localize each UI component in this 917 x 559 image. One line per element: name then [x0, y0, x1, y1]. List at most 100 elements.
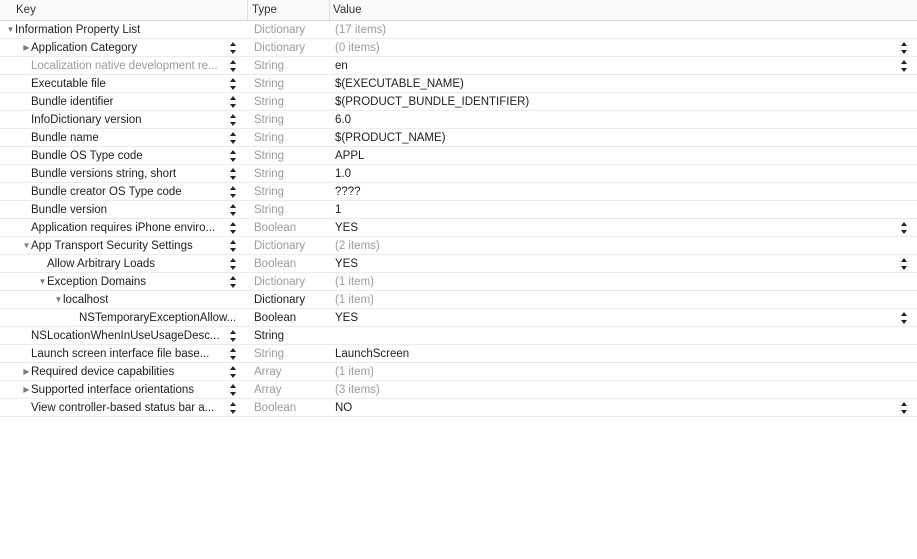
key-cell[interactable]: ▶View controller-based status bar a...	[0, 399, 248, 417]
value-cell[interactable]: (1 item)	[330, 273, 917, 291]
value-cell[interactable]: (1 item)	[330, 363, 917, 381]
key-cell[interactable]: ▶Launch screen interface file base...	[0, 345, 248, 363]
plist-row[interactable]: ▶Bundle nameString$(PRODUCT_NAME)	[0, 129, 917, 147]
disclosure-expanded-icon[interactable]: ▼	[22, 237, 31, 255]
key-popup-stepper-icon[interactable]	[229, 112, 237, 128]
key-popup-stepper-icon[interactable]	[229, 328, 237, 344]
key-popup-stepper-icon[interactable]	[229, 274, 237, 290]
column-header-value[interactable]: Value	[330, 0, 917, 20]
value-cell[interactable]: (17 items)	[330, 21, 917, 39]
disclosure-expanded-icon[interactable]: ▼	[38, 273, 47, 291]
value-cell[interactable]: (1 item)	[330, 291, 917, 309]
key-cell[interactable]: ▶Bundle version	[0, 201, 248, 219]
type-cell[interactable]: String	[248, 201, 330, 219]
value-cell[interactable]: YES	[330, 309, 917, 327]
plist-row[interactable]: ▼ App Transport Security Settings Dictiona…	[0, 237, 917, 255]
disclosure-collapsed-icon[interactable]: ▶	[22, 363, 31, 381]
plist-row[interactable]: ▶Bundle versions string, shortString1.0	[0, 165, 917, 183]
key-popup-stepper-icon[interactable]	[229, 346, 237, 362]
value-cell[interactable]: NO	[330, 399, 917, 417]
plist-row[interactable]: ▶Launch screen interface file base...Str…	[0, 345, 917, 363]
plist-row[interactable]: ▶Bundle versionString1	[0, 201, 917, 219]
key-popup-stepper-icon[interactable]	[229, 184, 237, 200]
key-popup-stepper-icon[interactable]	[229, 364, 237, 380]
key-cell[interactable]: ▶Localization native development re...	[0, 57, 248, 75]
type-cell[interactable]: Dictionary	[248, 273, 330, 291]
plist-row[interactable]: ▶InfoDictionary versionString6.0	[0, 111, 917, 129]
type-cell[interactable]: Boolean	[248, 309, 330, 327]
value-popup-stepper-icon[interactable]	[900, 256, 908, 272]
key-popup-stepper-icon[interactable]	[229, 94, 237, 110]
plist-row[interactable]: ▶Bundle identifierString$(PRODUCT_BUNDLE…	[0, 93, 917, 111]
key-popup-stepper-icon[interactable]	[229, 256, 237, 272]
type-cell[interactable]: String	[248, 327, 330, 345]
column-header-key[interactable]: Key	[0, 0, 248, 20]
key-cell[interactable]: ▼ localhost	[0, 291, 248, 309]
value-popup-stepper-icon[interactable]	[900, 220, 908, 236]
key-popup-stepper-icon[interactable]	[229, 202, 237, 218]
type-cell[interactable]: String	[248, 111, 330, 129]
value-cell[interactable]: YES	[330, 255, 917, 273]
plist-row[interactable]: ▼ Information Property List Dictionary (17 …	[0, 21, 917, 39]
value-popup-stepper-icon[interactable]	[900, 400, 908, 416]
plist-row[interactable]: ▶Executable fileString$(EXECUTABLE_NAME)	[0, 75, 917, 93]
key-popup-stepper-icon[interactable]	[229, 40, 237, 56]
value-popup-stepper-icon[interactable]	[900, 310, 908, 326]
key-cell[interactable]: ▶ Required device capabilities	[0, 363, 248, 381]
value-cell[interactable]: ????	[330, 183, 917, 201]
type-cell[interactable]: Dictionary	[248, 291, 330, 309]
key-popup-stepper-icon[interactable]	[229, 220, 237, 236]
key-cell[interactable]: ▼ App Transport Security Settings	[0, 237, 248, 255]
plist-row[interactable]: ▶Application requires iPhone enviro...Bo…	[0, 219, 917, 237]
type-cell[interactable]: Dictionary	[248, 39, 330, 57]
key-cell[interactable]: ▶Bundle name	[0, 129, 248, 147]
value-popup-stepper-icon[interactable]	[900, 58, 908, 74]
key-cell[interactable]: ▶Bundle identifier	[0, 93, 248, 111]
key-cell[interactable]: ▶Bundle creator OS Type code	[0, 183, 248, 201]
value-cell[interactable]: LaunchScreen	[330, 345, 917, 363]
key-cell[interactable]: ▶NSLocationWhenInUseUsageDesc...	[0, 327, 248, 345]
key-popup-stepper-icon[interactable]	[229, 58, 237, 74]
value-cell[interactable]	[330, 327, 917, 345]
key-cell[interactable]: ▶ Supported interface orientations	[0, 381, 248, 399]
key-cell[interactable]: ▶ Application Category	[0, 39, 248, 57]
type-cell[interactable]: String	[248, 165, 330, 183]
plist-row[interactable]: ▶View controller-based status bar a...Bo…	[0, 399, 917, 417]
value-cell[interactable]: 1.0	[330, 165, 917, 183]
key-cell[interactable]: ▶Application requires iPhone enviro...	[0, 219, 248, 237]
type-cell[interactable]: Dictionary	[248, 21, 330, 39]
plist-row[interactable]: ▶Bundle OS Type codeStringAPPL	[0, 147, 917, 165]
type-cell[interactable]: Boolean	[248, 219, 330, 237]
key-cell[interactable]: ▶Bundle versions string, short	[0, 165, 248, 183]
key-cell[interactable]: ▶Bundle OS Type code	[0, 147, 248, 165]
type-cell[interactable]: Array	[248, 363, 330, 381]
type-cell[interactable]: Dictionary	[248, 237, 330, 255]
key-popup-stepper-icon[interactable]	[229, 130, 237, 146]
key-cell[interactable]: ▼ Exception Domains	[0, 273, 248, 291]
value-popup-stepper-icon[interactable]	[900, 40, 908, 56]
plist-row[interactable]: ▶ Application Category Dictionary (0 items)	[0, 39, 917, 57]
key-popup-stepper-icon[interactable]	[229, 148, 237, 164]
plist-row[interactable]: ▼ Exception Domains Dictionary (1 item)	[0, 273, 917, 291]
key-cell[interactable]: ▼ Information Property List	[0, 21, 248, 39]
key-popup-stepper-icon[interactable]	[229, 382, 237, 398]
value-cell[interactable]: 1	[330, 201, 917, 219]
plist-row[interactable]: ▶NSTemporaryExceptionAllow...BooleanYES	[0, 309, 917, 327]
disclosure-expanded-icon[interactable]: ▼	[6, 21, 15, 39]
value-cell[interactable]: $(EXECUTABLE_NAME)	[330, 75, 917, 93]
key-popup-stepper-icon[interactable]	[229, 400, 237, 416]
type-cell[interactable]: String	[248, 147, 330, 165]
type-cell[interactable]: String	[248, 93, 330, 111]
key-popup-stepper-icon[interactable]	[229, 76, 237, 92]
type-cell[interactable]: String	[248, 129, 330, 147]
value-cell[interactable]: $(PRODUCT_NAME)	[330, 129, 917, 147]
value-cell[interactable]: (0 items)	[330, 39, 917, 57]
type-cell[interactable]: String	[248, 183, 330, 201]
value-cell[interactable]: 6.0	[330, 111, 917, 129]
plist-row[interactable]: ▼ localhost Dictionary (1 item)	[0, 291, 917, 309]
key-cell[interactable]: ▶Allow Arbitrary Loads	[0, 255, 248, 273]
plist-row[interactable]: ▶Allow Arbitrary LoadsBooleanYES	[0, 255, 917, 273]
type-cell[interactable]: String	[248, 75, 330, 93]
plist-row[interactable]: ▶Localization native development re...St…	[0, 57, 917, 75]
type-cell[interactable]: Boolean	[248, 255, 330, 273]
